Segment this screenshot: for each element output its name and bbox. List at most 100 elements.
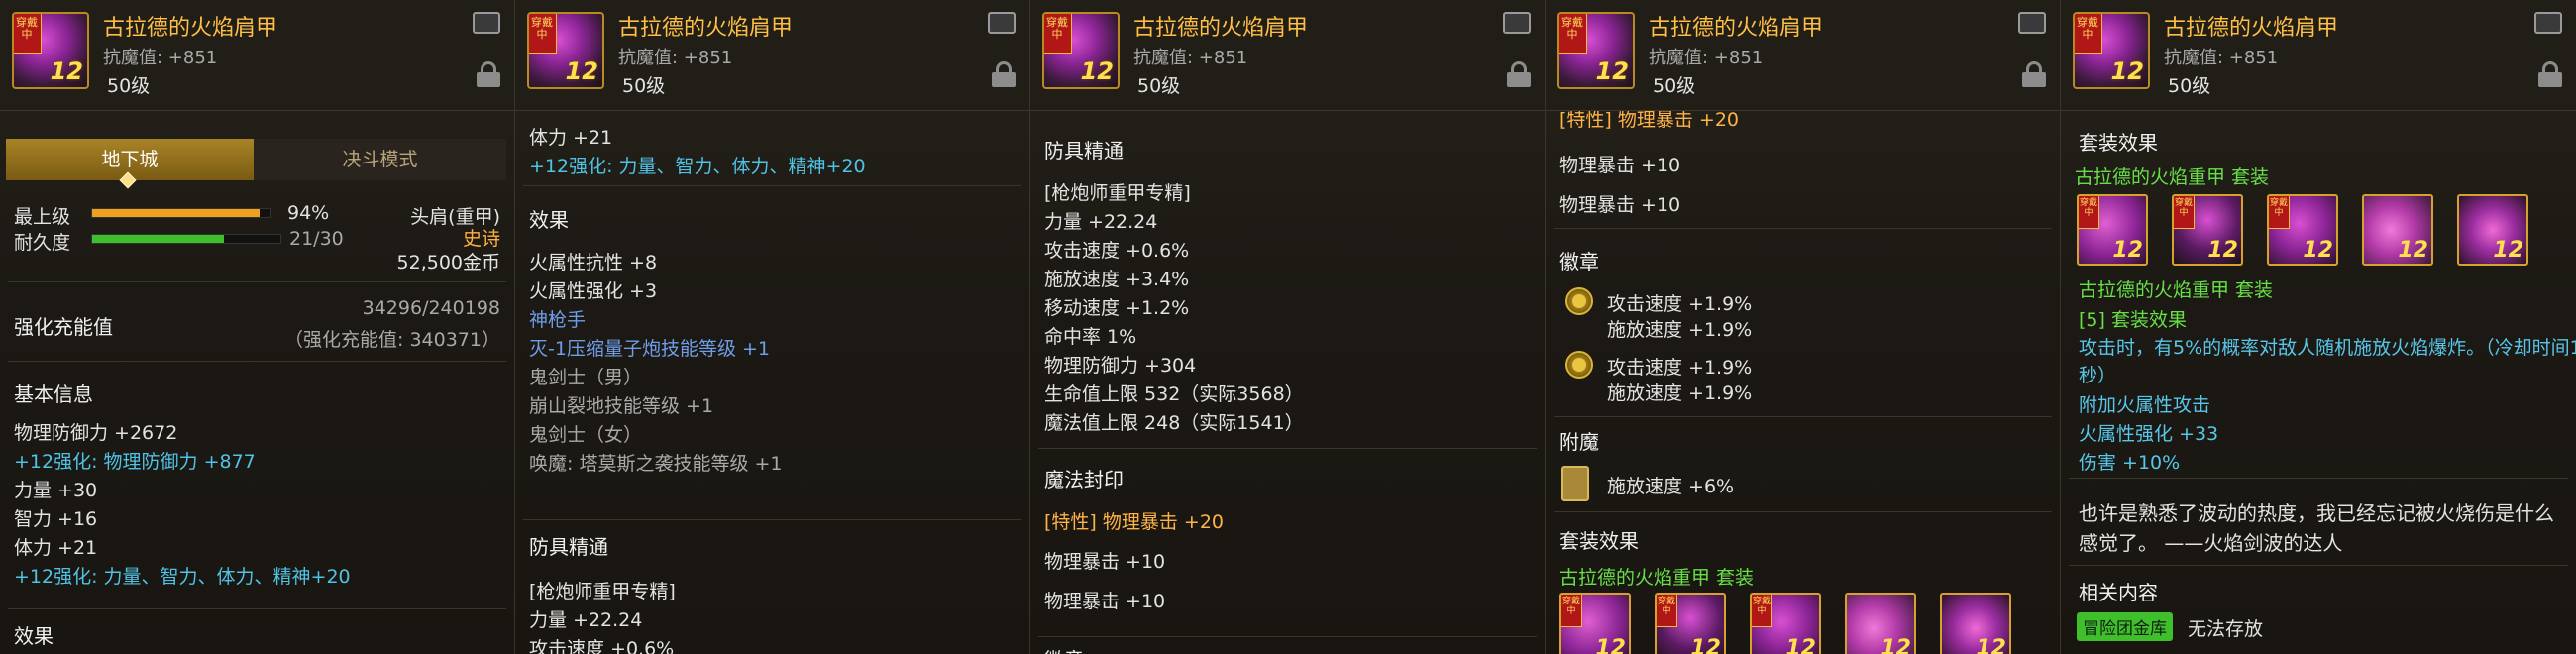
set-item-icon[interactable]: 穿戴中 12: [2077, 194, 2148, 266]
item-icon: 穿戴中 12: [1042, 12, 1120, 89]
set-item-icon[interactable]: 穿戴中 12: [2172, 194, 2243, 266]
reinforce-level: 12: [1595, 57, 1629, 85]
mastery-line: 生命值上限 532（实际3568）: [1044, 383, 1304, 405]
reinforce-level: 12: [2398, 238, 2428, 263]
seal-trait-partial: [特性] 物理暴击 +20: [1559, 111, 1740, 131]
effect-line: 唤魔: 塔莫斯之袭技能等级 +1: [529, 453, 783, 475]
tab-duel[interactable]: 决斗模式: [254, 139, 506, 180]
mastery-line: 力量 +22.24: [1044, 211, 1158, 233]
emblem-icon: [1565, 351, 1593, 379]
reinforce-level: 12: [2112, 238, 2143, 263]
share-icon[interactable]: [988, 12, 1016, 34]
seal-line: 物理暴击 +10: [1044, 551, 1166, 573]
stat-line: 智力 +16: [14, 508, 98, 530]
item-icon: 穿戴中 12: [527, 12, 604, 89]
mastery-line: 施放速度 +3.4%: [1044, 269, 1190, 290]
lock-icon[interactable]: [2538, 61, 2562, 87]
seal-line: 物理暴击 +10: [1044, 591, 1166, 612]
share-icon[interactable]: [473, 12, 500, 34]
divider: [1038, 448, 1537, 449]
stat-line: +12强化: 物理防御力 +877: [14, 451, 256, 473]
set-item-icon[interactable]: 穿戴中 12: [1559, 593, 1631, 654]
set-item-icon[interactable]: 12: [2457, 194, 2528, 266]
equipped-badge: 穿戴中: [1657, 595, 1677, 627]
max-level-pct: 94%: [287, 202, 330, 224]
equipped-badge: 穿戴中: [2075, 14, 2102, 54]
set-effect-header: [5] 套装效果: [2079, 309, 2187, 331]
set-desc-line: 攻击时，有5%的概率对敌人随机施放火焰爆炸。（冷却时间1: [2079, 337, 2576, 359]
set-bonus-line: 附加火属性攻击: [2079, 394, 2211, 416]
set-item-icon[interactable]: 穿戴中 12: [1750, 593, 1821, 654]
set-item-icon[interactable]: 穿戴中 12: [2267, 194, 2338, 266]
reinforce-level: 12: [1690, 636, 1721, 654]
armor-mastery-title: 防具精通: [529, 535, 608, 559]
share-icon[interactable]: [2534, 12, 2562, 34]
divider: [523, 519, 1021, 520]
reinforce-level: 12: [2207, 238, 2238, 263]
divider: [8, 361, 506, 362]
divider: [2069, 565, 2568, 566]
charge-value: 34296/240198: [362, 297, 500, 319]
mastery-line: 魔法值上限 248（实际1541）: [1044, 412, 1304, 434]
effect-line: 崩山裂地技能等级 +1: [529, 395, 714, 417]
set-item-icon[interactable]: 穿戴中 12: [1655, 593, 1726, 654]
item-level: 50级: [107, 75, 151, 97]
armor-mastery-title: 防具精通: [1044, 139, 1124, 163]
set-item-icon[interactable]: 12: [1845, 593, 1916, 654]
reinforce-level: 12: [2110, 57, 2144, 85]
set-bonus-line: 火属性强化 +33: [2079, 423, 2219, 445]
magic-resist: 抗魔值: +851: [1649, 48, 1764, 68]
set-item-icon[interactable]: 12: [1940, 593, 2011, 654]
magic-seal-title: 魔法封印: [1044, 468, 1124, 491]
effect-line: 灭-1压缩量子炮技能等级 +1: [529, 338, 770, 360]
mastery-line: 力量 +22.24: [529, 609, 643, 631]
item-header: 穿戴中 12 古拉德的火焰肩甲 抗魔值: +851 50级: [1546, 0, 2060, 111]
flavor-line: 感觉了。 ——火焰剑波的达人: [2079, 531, 2343, 555]
set-name-2: 古拉德的火焰重甲 套装: [2079, 279, 2274, 301]
effect-line: 鬼剑士（女）: [529, 424, 643, 446]
max-level-bar: [91, 208, 271, 218]
divider: [8, 281, 506, 282]
magic-resist: 抗魔值: +851: [2164, 48, 2279, 68]
item-level: 50级: [2168, 75, 2211, 97]
stat-line: +12强化: 力量、智力、体力、精神+20: [14, 566, 351, 588]
item-icon: 穿戴中 12: [1557, 12, 1635, 89]
reinforce-level: 12: [1785, 636, 1816, 654]
related-title: 相关内容: [2079, 581, 2158, 604]
item-icon: 穿戴中 12: [2073, 12, 2150, 89]
mastery-line: [枪炮师重甲专精]: [529, 581, 676, 602]
item-header: 穿戴中 12 古拉德的火焰肩甲 抗魔值: +851 50级: [1030, 0, 1545, 111]
equipped-badge: 穿戴中: [1044, 14, 1072, 54]
charge-label: 强化充能值: [14, 315, 113, 339]
share-icon[interactable]: [1503, 12, 1531, 34]
equipped-badge: 穿戴中: [2174, 196, 2195, 229]
enchant-title: 附魔: [1559, 430, 1599, 454]
item-name: 古拉德的火焰肩甲: [618, 16, 794, 41]
item-header: 穿戴中 12 古拉德的火焰肩甲 抗魔值: +851 50级: [515, 0, 1029, 111]
related-text: 无法存放: [2188, 618, 2264, 640]
reinforce-level: 12: [565, 57, 598, 85]
emblem-line: 施放速度 +1.9%: [1607, 319, 1753, 341]
mastery-line: 移动速度 +1.2%: [1044, 297, 1190, 319]
lock-icon[interactable]: [2022, 61, 2046, 87]
panel-body: [特性] 物理暴击 +20 物理暴击 +10 物理暴击 +10 徽章 攻击速度 +…: [1546, 111, 2060, 654]
item-icon: 穿戴中 12: [12, 12, 89, 89]
mode-tabs: 地下城 决斗模式: [6, 139, 506, 189]
lock-icon[interactable]: [1507, 61, 1531, 87]
emblem-line: 攻击速度 +1.9%: [1607, 293, 1753, 315]
lock-icon[interactable]: [992, 61, 1016, 87]
item-header: 穿戴中 12 古拉德的火焰肩甲 抗魔值: +851 50级: [0, 0, 514, 111]
charge-note: （强化充能值: 340371）: [284, 329, 500, 351]
set-item-icon[interactable]: 12: [2362, 194, 2433, 266]
mastery-line: [枪炮师重甲专精]: [1044, 182, 1191, 204]
reinforce-level: 12: [1880, 636, 1911, 654]
panel-body: 套装效果 古拉德的火焰重甲 套装 穿戴中 12 穿戴中 12 穿戴中 12 12 12 古拉德…: [2061, 111, 2576, 654]
share-icon[interactable]: [2018, 12, 2046, 34]
basic-info-title: 基本信息: [14, 382, 93, 406]
lock-icon[interactable]: [477, 61, 500, 87]
seal-line: 物理暴击 +10: [1559, 155, 1681, 176]
equipped-badge: 穿戴中: [1752, 595, 1772, 627]
enchant-line: 施放速度 +6%: [1607, 476, 1735, 497]
panel-body: 地下城 决斗模式 最上级 94% 耐久度 21/30 头肩(重甲) 史诗 52,…: [0, 111, 514, 654]
mastery-line: 命中率 1%: [1044, 326, 1137, 348]
